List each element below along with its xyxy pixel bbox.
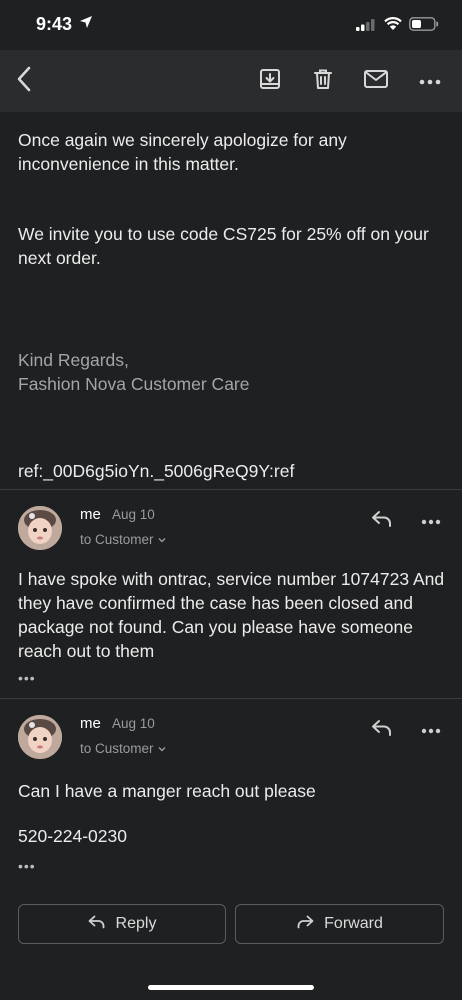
archive-button[interactable]: [256, 67, 284, 95]
archive-icon: [258, 67, 282, 96]
trash-icon: [311, 67, 335, 96]
chevron-down-icon: [157, 741, 167, 756]
recipient-label: to Customer: [80, 532, 154, 547]
quoted-signoff: Kind Regards,: [18, 350, 129, 370]
status-time: 9:43: [36, 14, 73, 34]
chevron-down-icon: [157, 532, 167, 547]
home-indicator[interactable]: [148, 985, 314, 990]
avatar: [18, 715, 62, 759]
message-date: Aug 10: [112, 507, 155, 522]
message-body: Can I have a manger reach out please: [18, 781, 316, 801]
cellular-signal-icon: [356, 18, 376, 36]
message-more-button[interactable]: [416, 715, 446, 745]
email-toolbar: [0, 50, 462, 112]
recipient-label: to Customer: [80, 741, 154, 756]
message-divider: [0, 698, 462, 699]
message-header[interactable]: me Aug 10 to Customer: [0, 707, 462, 767]
mail-icon: [363, 67, 389, 96]
reply-icon: [371, 719, 393, 742]
reply-button[interactable]: [367, 506, 397, 536]
battery-icon: [409, 17, 439, 36]
quoted-ref: ref:_00D6g5ioYn._5006gReQ9Y:ref: [18, 461, 295, 481]
message-header[interactable]: me Aug 10 to Customer: [0, 498, 462, 558]
show-trimmed-content-button[interactable]: •••: [18, 858, 36, 874]
forward-icon: [296, 915, 314, 934]
more-horizontal-icon: [419, 72, 441, 90]
back-button[interactable]: [10, 66, 38, 97]
mark-unread-button[interactable]: [362, 67, 390, 95]
more-options-button[interactable]: [416, 67, 444, 95]
delete-button[interactable]: [309, 67, 337, 95]
avatar: [18, 506, 62, 550]
sender-name: me: [80, 506, 101, 523]
forward-label: Forward: [324, 915, 383, 932]
reply-icon: [88, 915, 106, 934]
wifi-icon: [383, 15, 403, 36]
sender-name: me: [80, 715, 101, 732]
message-divider: [0, 489, 462, 490]
phone-number[interactable]: 520-224-0230: [18, 824, 448, 848]
reply-all-button[interactable]: Reply: [18, 904, 226, 944]
show-trimmed-content-button[interactable]: •••: [18, 670, 36, 686]
message-more-button[interactable]: [416, 506, 446, 536]
chevron-left-icon: [15, 66, 33, 97]
message-body: I have spoke with ontrac, service number…: [18, 569, 445, 661]
message-date: Aug 10: [112, 716, 155, 731]
location-arrow-icon: [79, 15, 93, 34]
reply-label: Reply: [115, 915, 157, 932]
recipient-toggle[interactable]: to Customer: [80, 532, 167, 547]
forward-button[interactable]: Forward: [235, 904, 444, 944]
quoted-signature: Fashion Nova Customer Care: [18, 374, 250, 394]
reply-button[interactable]: [367, 715, 397, 745]
more-horizontal-icon: [421, 721, 441, 739]
quoted-paragraph-discount: We invite you to use code CS725 for 25% …: [18, 224, 429, 268]
reply-icon: [371, 510, 393, 533]
recipient-toggle[interactable]: to Customer: [80, 741, 167, 756]
status-bar: 9:43: [0, 0, 462, 50]
more-horizontal-icon: [421, 512, 441, 530]
quoted-paragraph-apology: Once again we sincerely apologize for an…: [18, 130, 347, 174]
